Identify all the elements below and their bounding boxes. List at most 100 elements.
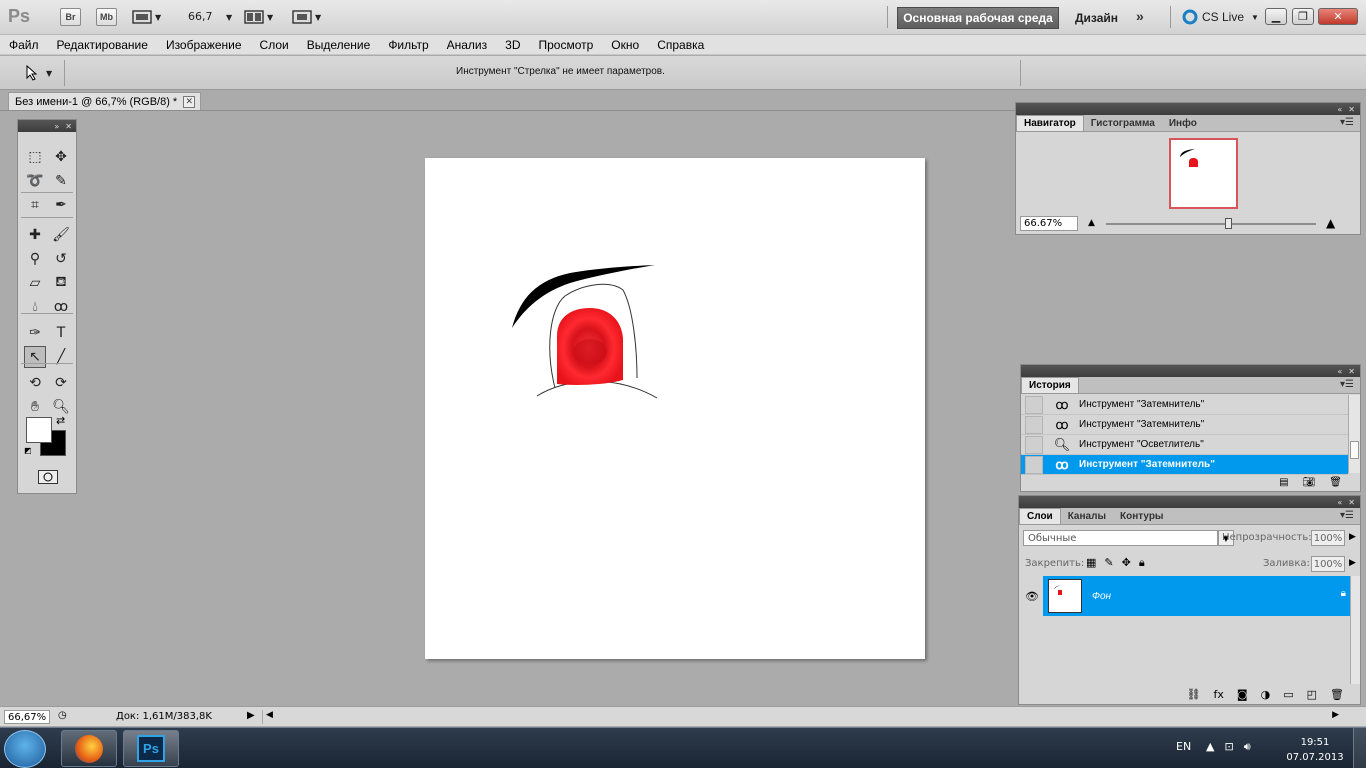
navigator-zoom-field[interactable]: 66.67% [1020, 216, 1078, 231]
arrange-documents-button[interactable]: ▼ [244, 9, 273, 25]
tab-paths[interactable]: Контуры [1113, 508, 1170, 524]
opacity-field[interactable]: 100% [1311, 530, 1345, 546]
panel-menu-icon[interactable]: ▾☰ [1340, 117, 1354, 128]
status-zoom-field[interactable]: 66,67% [4, 710, 50, 724]
mini-bridge-button[interactable]: Mb [96, 8, 117, 26]
blend-mode-select[interactable]: Обычные [1023, 530, 1218, 546]
brush-icon[interactable]: 🖌︎ [50, 224, 72, 246]
quick-selection-icon[interactable]: ✎ [50, 170, 72, 192]
tools-panel-header[interactable]: » ✕ [18, 120, 76, 132]
new-layer-icon[interactable]: ◰ [1307, 688, 1317, 701]
history-brush-icon[interactable]: ↺ [50, 248, 72, 270]
tab-navigator[interactable]: Навигатор [1016, 115, 1084, 131]
history-brush-source[interactable] [1025, 455, 1043, 474]
clock[interactable]: 19:51 07.07.2013 [1285, 735, 1345, 765]
navigator-zoom-slider[interactable] [1106, 223, 1316, 225]
history-item[interactable]: ꝏ Инструмент "Затемнитель" [1021, 395, 1348, 415]
panel-header[interactable]: « ✕ [1019, 496, 1360, 508]
fill-field[interactable]: 100% [1311, 556, 1345, 572]
new-snapshot-icon[interactable]: 📷︎ [1303, 477, 1316, 488]
close-icon[interactable]: ✕ [1348, 367, 1355, 376]
lock-pixels-icon[interactable]: ✎ [1104, 556, 1113, 570]
menu-3d[interactable]: 3D [496, 38, 529, 52]
collapse-icon[interactable]: « [1337, 367, 1342, 376]
visibility-eye-icon[interactable]: 👁︎ [1021, 576, 1043, 616]
zoom-out-icon[interactable]: ▲ [1088, 218, 1095, 228]
bridge-button[interactable]: Br [60, 8, 81, 26]
close-icon[interactable]: ✕ [1348, 105, 1355, 114]
delete-layer-icon[interactable]: 🗑︎ [1330, 688, 1344, 701]
tab-channels[interactable]: Каналы [1061, 508, 1113, 524]
default-colors-icon[interactable]: ◩ [24, 446, 32, 455]
new-document-from-state-icon[interactable]: ▤ [1279, 477, 1288, 488]
foreground-color-swatch[interactable] [26, 417, 52, 443]
restore-button[interactable]: ❐ [1292, 8, 1314, 25]
windows-start-button[interactable] [4, 730, 46, 768]
cs-live-button[interactable]: CS Live ▼ [1182, 9, 1259, 25]
zoom-in-icon[interactable]: ▲ [1326, 216, 1335, 230]
collapse-icon[interactable]: » [54, 122, 59, 131]
paint-bucket-icon[interactable]: ⛾ [50, 272, 72, 294]
collapse-icon[interactable]: « [1337, 498, 1342, 507]
scrollbar-thumb[interactable] [1350, 441, 1359, 459]
close-icon[interactable]: ✕ [1348, 498, 1355, 507]
navigator-thumbnail[interactable] [1169, 138, 1238, 209]
document-canvas[interactable] [425, 158, 925, 659]
menu-view[interactable]: Просмотр [529, 38, 602, 52]
taskbar-firefox[interactable] [61, 730, 117, 767]
blur-icon[interactable]: 💧︎ [24, 296, 46, 318]
healing-brush-icon[interactable]: ✚ [24, 224, 46, 246]
history-brush-source[interactable] [1025, 415, 1043, 434]
status-preview-icon[interactable]: ◷ [58, 710, 67, 721]
marquee-icon[interactable]: ⬚ [24, 146, 46, 168]
tab-info[interactable]: Инфо [1162, 115, 1204, 131]
history-item[interactable]: 🔍︎ Инструмент "Осветлитель" [1021, 435, 1348, 455]
navigator-slider-thumb[interactable] [1224, 218, 1232, 229]
layer-row-background[interactable]: 👁︎ Фон 🔒︎ [1021, 576, 1350, 616]
lock-all-icon[interactable]: 🔒︎ [1139, 556, 1145, 570]
view-extras-button[interactable]: ▼ [132, 9, 161, 25]
crop-icon[interactable]: ⌗ [24, 194, 46, 216]
history-item-selected[interactable]: ꝏ Инструмент "Затемнитель" [1021, 455, 1348, 475]
menu-edit[interactable]: Редактирование [48, 38, 157, 52]
network-icon[interactable]: ⊡ [1224, 740, 1233, 754]
tool-preset-picker[interactable]: ▼ [18, 61, 60, 85]
menu-layer[interactable]: Слои [251, 38, 298, 52]
lock-position-icon[interactable]: ✥ [1122, 556, 1131, 570]
history-brush-source[interactable] [1025, 435, 1043, 454]
panel-menu-icon[interactable]: ▾☰ [1340, 510, 1354, 521]
fill-arrow-icon[interactable]: ▶ [1349, 558, 1356, 568]
taskbar-photoshop[interactable]: Ps [123, 730, 179, 767]
panel-header[interactable]: « ✕ [1021, 365, 1360, 377]
link-layers-icon[interactable]: ⛓︎ [1187, 688, 1201, 701]
zoom-level-dropdown[interactable]: 66,7 ▼ [188, 10, 232, 23]
show-hidden-icons-icon[interactable]: ▲ [1206, 740, 1214, 754]
lock-transparency-icon[interactable]: ▦ [1086, 556, 1096, 570]
panel-menu-icon[interactable]: ▾☰ [1340, 379, 1354, 390]
menu-filter[interactable]: Фильтр [379, 38, 437, 52]
3d-orbit-icon[interactable]: ⟳ [50, 372, 72, 394]
history-item[interactable]: ꝏ Инструмент "Затемнитель" [1021, 415, 1348, 435]
scroll-right-icon[interactable]: ▶ [1332, 710, 1339, 720]
menu-select[interactable]: Выделение [298, 38, 380, 52]
lasso-icon[interactable]: ➰ [24, 170, 46, 192]
tab-history[interactable]: История [1021, 377, 1079, 393]
dodge-burn-icon[interactable]: ꝏ [50, 296, 72, 318]
opacity-arrow-icon[interactable]: ▶ [1349, 532, 1356, 542]
eraser-icon[interactable]: ▱ [24, 272, 46, 294]
menu-help[interactable]: Справка [648, 38, 713, 52]
more-workspaces-button[interactable]: » [1136, 8, 1144, 24]
panel-header[interactable]: « ✕ [1016, 103, 1360, 115]
layer-name[interactable]: Фон [1092, 591, 1111, 602]
eyedropper-icon[interactable]: ✒ [50, 194, 72, 216]
clone-stamp-icon[interactable]: ⚲ [24, 248, 46, 270]
horizontal-scrollbar[interactable]: ◀ ▶ [262, 710, 1342, 724]
workspace-essentials-button[interactable]: Основная рабочая среда [897, 7, 1059, 29]
history-brush-source[interactable] [1025, 395, 1043, 414]
path-selection-icon[interactable]: ↖ [24, 346, 46, 368]
line-icon[interactable]: ╱ [50, 346, 72, 368]
scroll-left-icon[interactable]: ◀ [266, 710, 273, 720]
collapse-icon[interactable]: « [1337, 105, 1342, 114]
hand-icon[interactable]: ✋︎ [24, 396, 46, 418]
show-desktop-button[interactable] [1353, 728, 1366, 768]
